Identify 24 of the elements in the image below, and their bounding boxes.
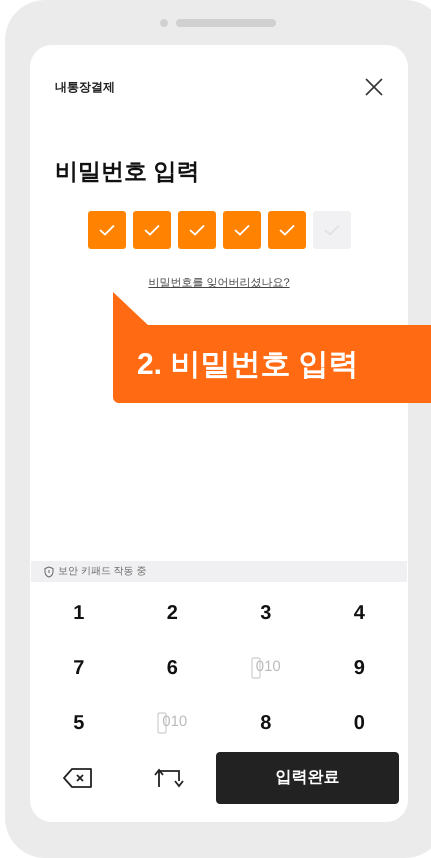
keypad-key[interactable]: 8 bbox=[219, 695, 312, 750]
submit-button[interactable]: 입력완료 bbox=[216, 752, 399, 804]
page-heading: 비밀번호 입력 bbox=[54, 157, 200, 186]
keypad-key[interactable]: 7 bbox=[32, 640, 126, 695]
close-icon[interactable] bbox=[365, 78, 383, 96]
keypad-key[interactable]: 4 bbox=[312, 585, 406, 640]
header-title: 내통장결제 bbox=[55, 79, 115, 96]
backspace-icon bbox=[62, 768, 93, 788]
check-icon bbox=[234, 224, 250, 236]
callout-text: 2. 비밀번호 입력 bbox=[137, 346, 359, 382]
check-icon bbox=[278, 224, 294, 236]
keypad-key[interactable]: 3 bbox=[219, 585, 312, 640]
check-icon bbox=[144, 224, 160, 236]
check-icon bbox=[188, 224, 204, 236]
keypad-key[interactable]: 9 bbox=[312, 640, 406, 695]
forgot-password-link[interactable]: 비밀번호를 잊어버리셨나요? bbox=[148, 274, 290, 291]
shield-icon bbox=[44, 566, 54, 578]
keypad-key[interactable]: 1 bbox=[32, 585, 126, 640]
keypad-key[interactable]: 0 bbox=[312, 695, 406, 750]
keypad-key[interactable]: 2 bbox=[126, 585, 219, 640]
check-icon bbox=[98, 224, 114, 236]
keypad-key[interactable]: 5 bbox=[32, 695, 126, 750]
keypad-key[interactable]: 6 bbox=[126, 640, 219, 695]
secure-notice-text: 보안 키패드 작동 중 bbox=[58, 565, 146, 579]
